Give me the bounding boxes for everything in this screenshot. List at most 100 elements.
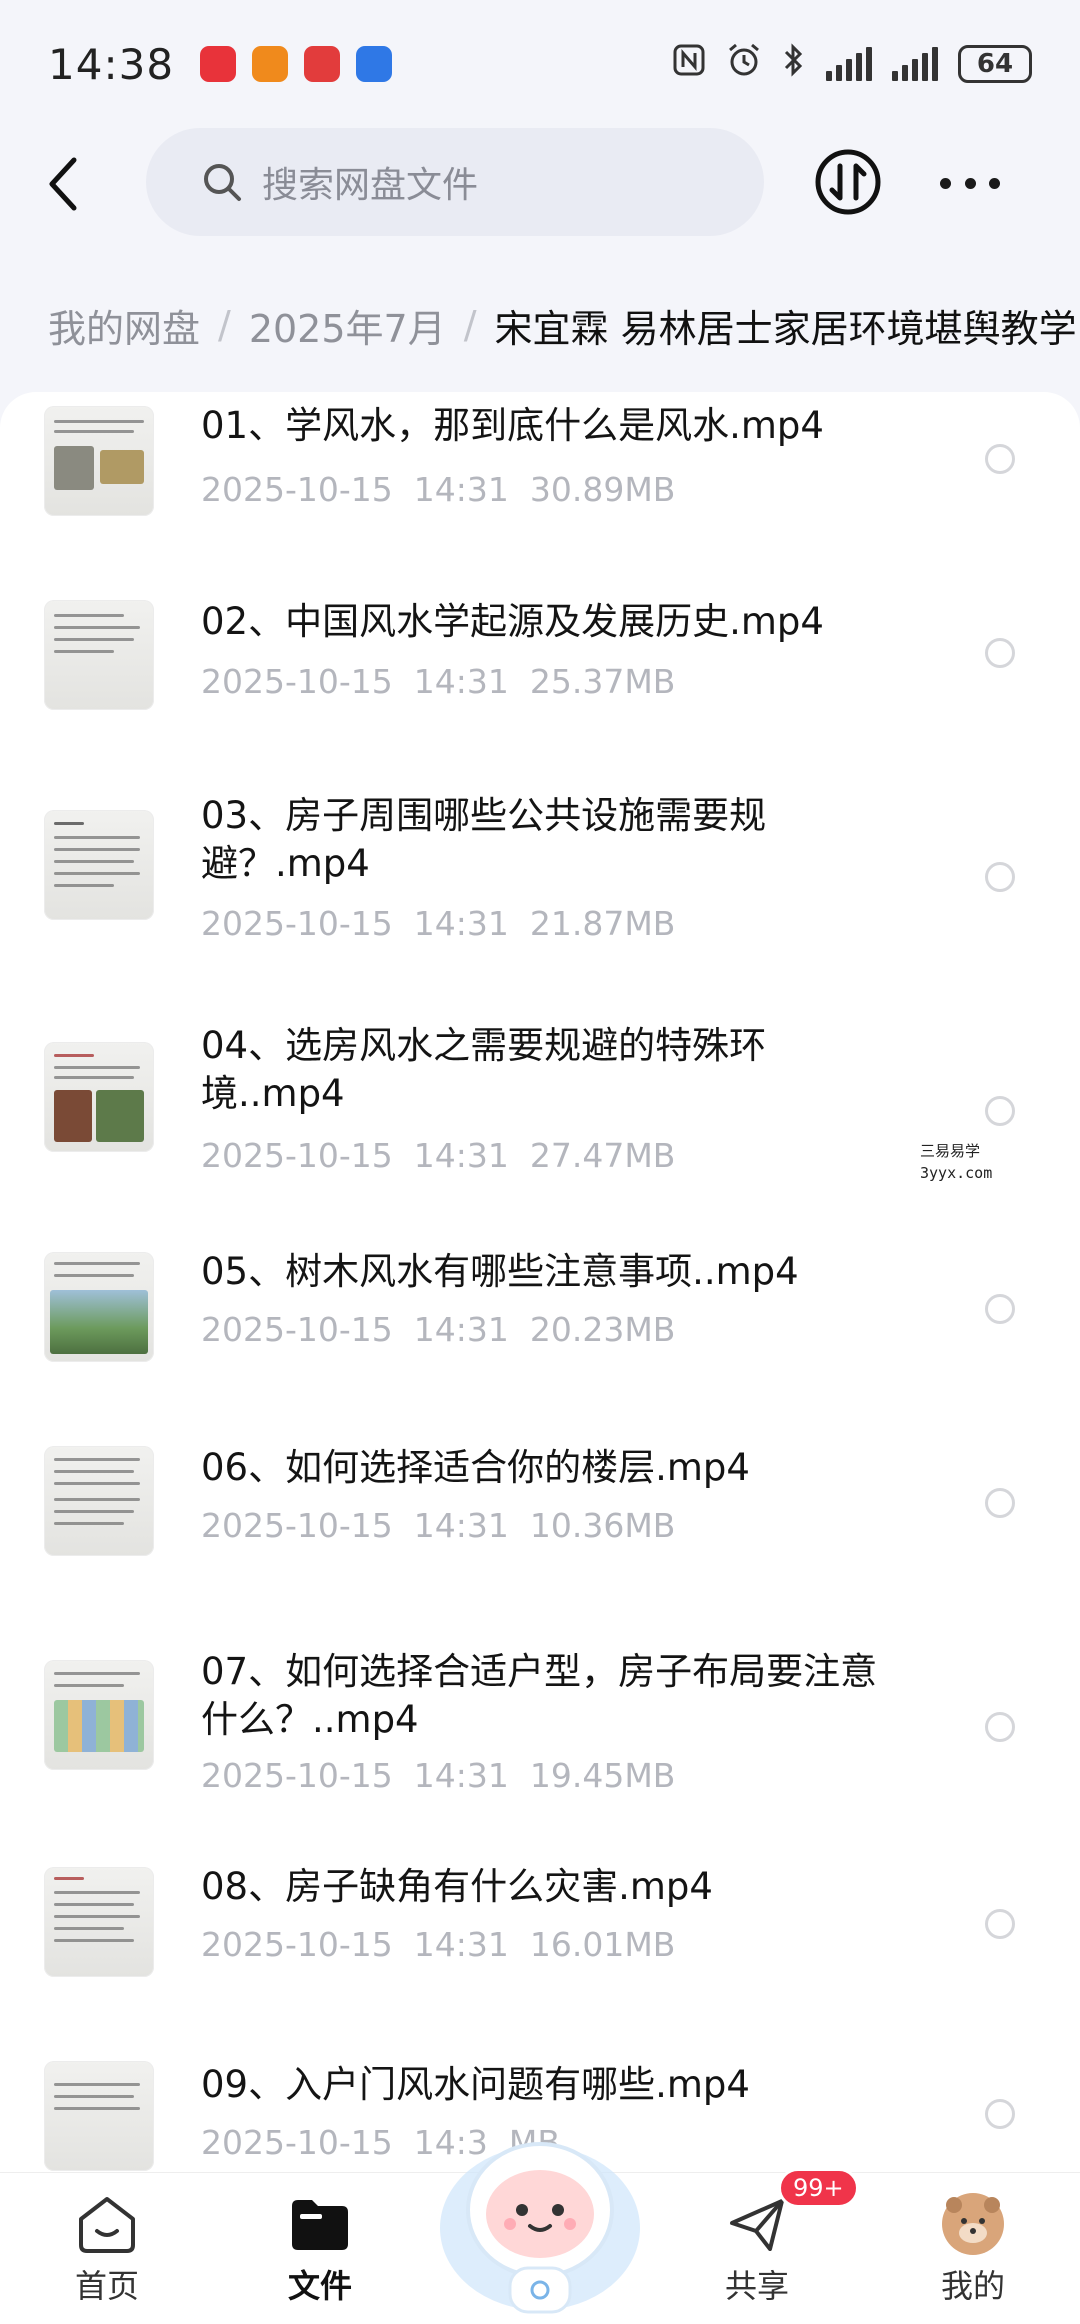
signal-icon [892, 47, 938, 81]
list-item[interactable]: 08、房子缺角有什么灾害.mp4 2025-10-15 14:31 16.01M… [0, 1857, 1080, 2057]
file-name: 08、房子缺角有什么灾害.mp4 [201, 1865, 713, 1908]
file-size: 10.36MB [529, 1506, 676, 1545]
transfer-icon [815, 149, 881, 215]
bluetooth-icon [782, 42, 806, 86]
video-thumbnail [44, 2061, 154, 2171]
status-bar: 14:38 64 [0, 0, 1080, 128]
file-meta: 2025-10-15 14:31 30.89MB [201, 470, 675, 509]
watermark-line: 三易易学 [920, 1142, 981, 1160]
video-thumbnail [44, 1446, 154, 1556]
video-thumbnail [44, 1867, 154, 1977]
file-meta: 2025-10-15 14:31 21.87MB [201, 904, 675, 943]
nav-files[interactable]: 文件 [250, 2173, 390, 2324]
breadcrumb-item-root[interactable]: 我的网盘 [48, 298, 200, 353]
select-checkbox[interactable] [985, 1294, 1015, 1324]
nav-label: 文件 [287, 2267, 352, 2305]
more-dot [940, 177, 951, 189]
file-size: 21.87MB [529, 904, 676, 943]
file-name: 01、学风水，那到底什么是风水.mp4 [201, 404, 824, 447]
signal-icon [826, 47, 872, 81]
nav-label: 我的 [940, 2267, 1005, 2305]
file-size: 19.45MB [529, 1756, 676, 1795]
select-checkbox[interactable] [985, 1488, 1015, 1518]
video-thumbnail [44, 810, 154, 920]
select-checkbox[interactable] [985, 638, 1015, 668]
file-size: 27.47MB [529, 1136, 676, 1175]
video-thumbnail [44, 1252, 154, 1362]
file-meta: 2025-10-15 14:31 27.47MB [201, 1136, 675, 1175]
back-button[interactable] [8, 128, 120, 240]
nav-label: 首页 [74, 2267, 139, 2305]
select-checkbox[interactable] [985, 1096, 1015, 1126]
folder-icon [285, 2191, 355, 2257]
app-notification-icon [252, 46, 289, 82]
video-thumbnail [44, 406, 154, 516]
select-checkbox[interactable] [985, 444, 1015, 474]
video-thumbnail [44, 600, 154, 710]
breadcrumb-separator: / [463, 303, 477, 347]
app-notification-icon [356, 46, 393, 82]
search-input[interactable]: 搜索网盘文件 [146, 128, 764, 236]
battery-icon: 64 [958, 45, 1032, 83]
notification-apps [200, 46, 393, 82]
file-date: 2025-10-15 14:31 [201, 1756, 509, 1795]
avatar [938, 2191, 1008, 2257]
share-badge: 99+ [778, 2168, 859, 2208]
file-date: 2025-10-15 14:31 [201, 1136, 509, 1175]
more-button[interactable] [940, 158, 1000, 208]
top-bar: 搜索网盘文件 [0, 128, 1080, 240]
nav-mine[interactable]: 我的 [903, 2173, 1043, 2324]
file-date: 2025-10-15 14:31 [201, 1310, 509, 1349]
file-size: 16.01MB [529, 1925, 676, 1964]
file-meta: 2025-10-15 14:31 25.37MB [201, 662, 675, 701]
file-meta: 2025-10-15 14:31 20.23MB [201, 1310, 675, 1349]
file-name: 02、中国风水学起源及发展历史.mp4 [201, 600, 824, 643]
chevron-left-icon [49, 157, 77, 211]
file-name: 06、如何选择适合你的楼层.mp4 [201, 1446, 750, 1489]
watermark: 三易易学 3yyx.com [920, 1140, 992, 1184]
app-notification-icon [304, 46, 341, 82]
status-time: 14:38 [48, 39, 175, 89]
file-date: 2025-10-15 14:31 [201, 470, 509, 509]
list-item[interactable]: 03、房子周围哪些公共设施需要规避？.mp4 2025-10-15 14:31 … [0, 782, 1080, 1012]
list-item[interactable]: 07、如何选择合适户型，房子布局要注意什么？..mp4 2025-10-15 1… [0, 1632, 1080, 1857]
select-checkbox[interactable] [985, 1712, 1015, 1742]
list-item[interactable]: 04、选房风水之需要规避的特殊环境..mp4 2025-10-15 14:31 … [0, 1012, 1080, 1242]
breadcrumb-separator: / [218, 303, 231, 347]
more-dot [989, 177, 1000, 189]
select-checkbox[interactable] [985, 2099, 1015, 2129]
watermark-line: 3yyx.com [920, 1164, 993, 1182]
file-meta: 2025-10-15 14:31 10.36MB [201, 1506, 675, 1545]
file-date: 2025-10-15 14:31 [201, 1925, 509, 1964]
search-icon [204, 164, 241, 201]
file-name: 07、如何选择合适户型，房子布局要注意什么？..mp4 [201, 1650, 878, 1741]
file-meta: 2025-10-15 14:31 16.01MB [201, 1925, 675, 1964]
search-placeholder: 搜索网盘文件 [262, 165, 479, 206]
app-notification-icon [200, 46, 237, 82]
breadcrumb: 我的网盘 / 2025年7月 / 宋宜霖 易林居士家居环境堪舆教学 [48, 290, 1080, 360]
nav-home[interactable]: 首页 [37, 2173, 177, 2324]
list-item[interactable]: 02、中国风水学起源及发展历史.mp4 2025-10-15 14:31 25.… [0, 582, 1080, 782]
file-list: 01、学风水，那到底什么是风水.mp4 2025-10-15 14:31 30.… [0, 392, 1080, 2172]
file-date: 2025-10-15 14:31 [201, 662, 509, 701]
home-icon [72, 2191, 142, 2257]
list-item[interactable]: 01、学风水，那到底什么是风水.mp4 2025-10-15 14:31 30.… [0, 392, 1080, 582]
breadcrumb-item-current: 宋宜霖 易林居士家居环境堪舆教学 [494, 306, 1077, 351]
file-name: 05、树木风水有哪些注意事项..mp4 [201, 1250, 799, 1293]
file-size: 20.23MB [529, 1310, 676, 1349]
transfer-button[interactable] [814, 148, 882, 216]
file-size: 30.89MB [529, 470, 676, 509]
alarm-icon [726, 42, 762, 86]
file-name: 09、入户门风水问题有哪些.mp4 [201, 2063, 750, 2106]
select-checkbox[interactable] [985, 1909, 1015, 1939]
nfc-icon [672, 43, 706, 85]
assistant-mascot-button[interactable] [430, 2110, 650, 2320]
list-item[interactable]: 06、如何选择适合你的楼层.mp4 2025-10-15 14:31 10.36… [0, 1432, 1080, 1632]
video-thumbnail [44, 1042, 154, 1152]
breadcrumb-item-month[interactable]: 2025年7月 [249, 298, 446, 353]
file-size: 25.37MB [529, 662, 676, 701]
list-item[interactable]: 05、树木风水有哪些注意事项..mp4 2025-10-15 14:31 20.… [0, 1242, 1080, 1432]
select-checkbox[interactable] [985, 862, 1015, 892]
file-name: 03、房子周围哪些公共设施需要规避？.mp4 [201, 794, 767, 885]
file-date: 2025-10-15 14:31 [201, 904, 509, 943]
